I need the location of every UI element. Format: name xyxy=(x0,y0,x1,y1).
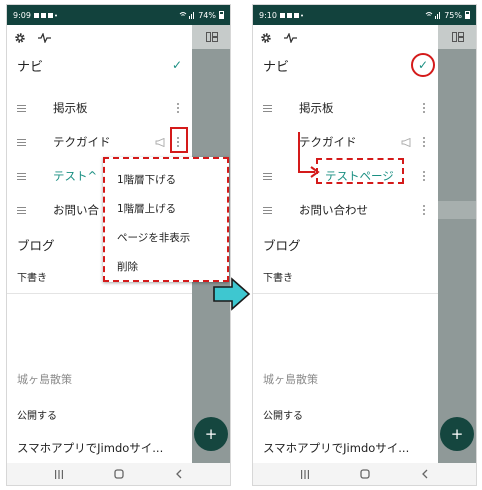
home-icon[interactable] xyxy=(114,469,125,479)
activity-icon[interactable] xyxy=(284,33,297,43)
drawer-toolbar xyxy=(253,25,438,51)
gear-icon[interactable] xyxy=(260,32,272,44)
tutorial-stage: 9:09 74% + ナビ ✓ 掲示板 テクガイド テスト^ お問い合 ブログ … xyxy=(0,0,482,490)
add-fab[interactable]: + xyxy=(194,417,228,451)
nav-item-label: テクガイド xyxy=(53,135,111,149)
back-icon[interactable] xyxy=(421,469,429,479)
drag-handle-icon[interactable] xyxy=(17,103,26,114)
publish-item[interactable]: 公開する xyxy=(17,407,57,422)
divider xyxy=(7,293,192,294)
android-nav-bar xyxy=(253,463,476,485)
drag-handle-icon[interactable] xyxy=(17,171,26,182)
battery-level: 75% xyxy=(444,10,462,20)
drag-handle-icon[interactable] xyxy=(263,103,272,114)
wifi-signal-icon xyxy=(425,12,441,19)
nav-section-header: ナビ ✓ xyxy=(7,53,192,77)
more-vert-icon[interactable] xyxy=(423,205,426,215)
status-time: 9:10 xyxy=(259,10,277,20)
drag-handle-icon[interactable] xyxy=(263,205,272,216)
plus-icon: + xyxy=(204,425,218,443)
gear-icon[interactable] xyxy=(14,32,26,44)
blog-post-title[interactable]: 城ヶ島散策 xyxy=(17,371,72,387)
blog-section-title: ブログ xyxy=(17,238,55,253)
menu-item-demote[interactable]: 1階層下げる xyxy=(105,165,227,194)
nav-item-label: 掲示板 xyxy=(53,101,88,115)
page-icon-area xyxy=(192,25,230,49)
blog-post-item[interactable]: スマホアプリでJimdoサイ... xyxy=(263,440,409,456)
layout-icon xyxy=(206,32,218,42)
battery-icon xyxy=(465,11,470,19)
more-vert-icon[interactable] xyxy=(177,103,180,113)
transition-arrow-icon xyxy=(213,277,251,311)
more-vert-icon[interactable] xyxy=(423,171,426,181)
context-menu: 1階層下げる 1階層上げる ページを非表示 削除 xyxy=(103,157,229,282)
menu-item-delete[interactable]: 削除 xyxy=(105,252,227,281)
indent-arrow-icon xyxy=(298,132,320,178)
nav-item-label: お問い合わせ xyxy=(299,203,368,217)
highlight-check-circle xyxy=(411,53,435,77)
nav-item-label: テスト^ xyxy=(53,169,98,183)
page-icon-area xyxy=(438,25,476,49)
nav-item-label: 掲示板 xyxy=(299,101,334,115)
publish-item[interactable]: 公開する xyxy=(263,407,303,422)
drag-handle-icon[interactable] xyxy=(263,171,272,182)
more-vert-icon[interactable] xyxy=(423,137,426,147)
dimmed-band xyxy=(438,201,476,219)
layout-icon xyxy=(452,32,464,42)
menu-item-promote[interactable]: 1階層上げる xyxy=(105,194,227,223)
drawer-toolbar xyxy=(7,25,192,51)
status-time: 9:09 xyxy=(13,10,31,20)
wifi-signal-icon xyxy=(179,12,195,19)
nav-title: ナビ xyxy=(263,59,290,75)
navigation-drawer: ナビ ✓ 掲示板 テクガイド テストページ お問い合わせ ブログ 下書き 城ヶ島… xyxy=(253,25,438,465)
dimmed-content[interactable]: + xyxy=(438,25,476,465)
divider xyxy=(253,293,438,294)
blog-post-item[interactable]: スマホアプリでJimdoサイ... xyxy=(17,440,163,456)
battery-level: 74% xyxy=(198,10,216,20)
more-vert-icon[interactable] xyxy=(423,103,426,113)
nav-item-techguide[interactable]: テクガイド xyxy=(253,127,438,157)
phone-before: 9:09 74% + ナビ ✓ 掲示板 テクガイド テスト^ お問い合 ブログ … xyxy=(6,4,231,486)
activity-icon[interactable] xyxy=(38,33,51,43)
plus-icon: + xyxy=(450,425,464,443)
nav-item-contact[interactable]: お問い合わせ xyxy=(253,195,438,225)
recents-icon[interactable] xyxy=(300,469,310,479)
blog-draft-item[interactable]: 下書き xyxy=(17,269,47,284)
notification-icons xyxy=(33,12,57,18)
check-icon[interactable]: ✓ xyxy=(172,58,182,72)
add-fab[interactable]: + xyxy=(440,417,474,451)
drag-handle-icon[interactable] xyxy=(17,205,26,216)
battery-icon xyxy=(219,11,224,19)
back-icon[interactable] xyxy=(175,469,183,479)
nav-item-techguide[interactable]: テクガイド xyxy=(7,127,192,157)
nav-item-bulletin[interactable]: 掲示板 xyxy=(253,93,438,123)
blog-section-title: ブログ xyxy=(263,238,301,253)
megaphone-icon xyxy=(155,137,165,147)
notification-icons xyxy=(279,12,303,18)
home-icon[interactable] xyxy=(360,469,371,479)
phone-after: 9:10 75% + ナビ ✓ 掲示板 テクガイド テストページ お問い合わせ … xyxy=(252,4,477,486)
megaphone-icon xyxy=(401,137,411,147)
nav-title: ナビ xyxy=(17,59,44,75)
highlight-moved-page xyxy=(316,158,404,184)
nav-item-bulletin[interactable]: 掲示板 xyxy=(7,93,192,123)
menu-item-hide-page[interactable]: ページを非表示 xyxy=(105,223,227,252)
nav-item-label: お問い合 xyxy=(53,203,99,217)
blog-post-title[interactable]: 城ヶ島散策 xyxy=(263,371,318,387)
highlight-more-button xyxy=(170,127,188,153)
blog-draft-item[interactable]: 下書き xyxy=(263,269,293,284)
status-bar: 9:09 74% xyxy=(7,5,230,25)
recents-icon[interactable] xyxy=(54,469,64,479)
drag-handle-icon[interactable] xyxy=(17,137,26,148)
status-bar: 9:10 75% xyxy=(253,5,476,25)
android-nav-bar xyxy=(7,463,230,485)
